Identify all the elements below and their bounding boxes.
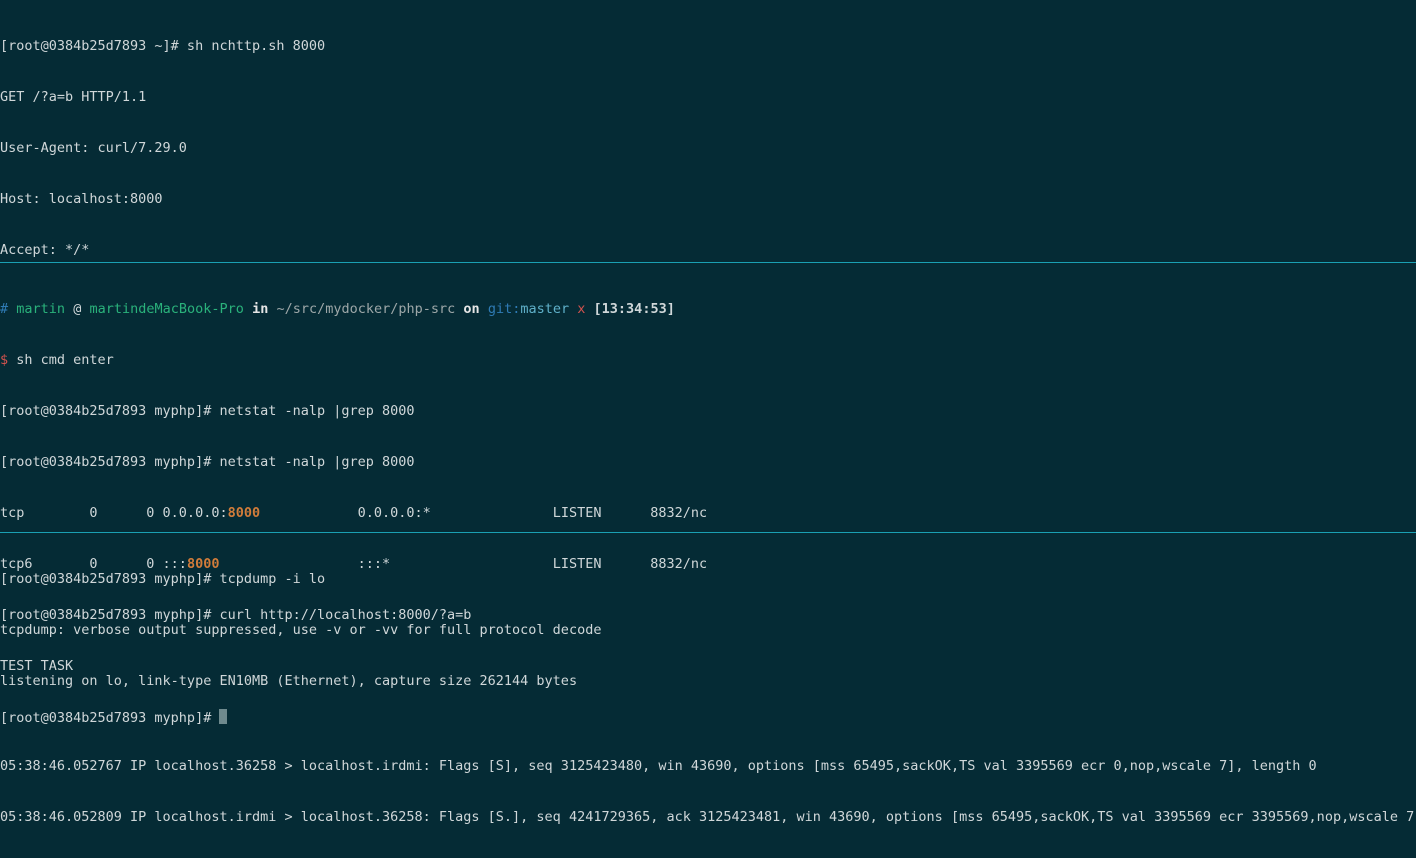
shell-line: $ sh cmd enter (0, 352, 1416, 369)
shell-line: [root@0384b25d7893 myphp]# netstat -nalp… (0, 403, 1416, 420)
output-line: tcpdump: verbose output suppressed, use … (0, 622, 1416, 639)
output-line: tcp 0 0 0.0.0.0:8000 0.0.0.0:* LISTEN 88… (0, 505, 1416, 522)
tcpdump-line: 05:38:46.052809 IP localhost.irdmi > loc… (0, 809, 1416, 826)
output-line: listening on lo, link-type EN10MB (Ether… (0, 673, 1416, 690)
shell-line: [root@0384b25d7893 myphp]# netstat -nalp… (0, 454, 1416, 471)
output-line: GET /?a=b HTTP/1.1 (0, 89, 1416, 106)
terminal-pane-middle[interactable]: # martin @ martindeMacBook-Pro in ~/src/… (0, 263, 1416, 532)
ohmyzsh-prompt: # martin @ martindeMacBook-Pro in ~/src/… (0, 301, 1416, 318)
output-line: Host: localhost:8000 (0, 191, 1416, 208)
shell-line: [root@0384b25d7893 ~]# sh nchttp.sh 8000 (0, 38, 1416, 55)
terminal-pane-bottom[interactable]: [root@0384b25d7893 myphp]# tcpdump -i lo… (0, 533, 1416, 858)
terminal-pane-top[interactable]: [root@0384b25d7893 ~]# sh nchttp.sh 8000… (0, 0, 1416, 262)
output-line: User-Agent: curl/7.29.0 (0, 140, 1416, 157)
shell-line: [root@0384b25d7893 myphp]# tcpdump -i lo (0, 571, 1416, 588)
output-line: Accept: */* (0, 242, 1416, 259)
tcpdump-line: 05:38:46.052767 IP localhost.36258 > loc… (0, 758, 1416, 775)
